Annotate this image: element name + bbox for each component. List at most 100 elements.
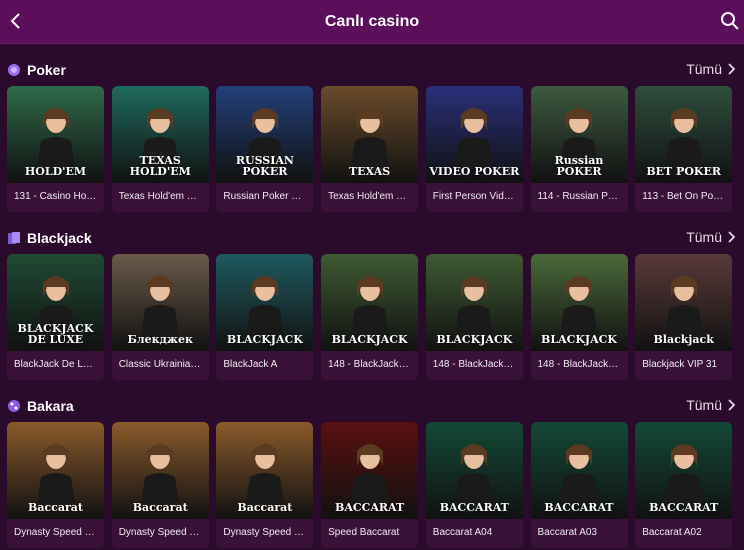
game-logo-text: Baccarat — [237, 501, 293, 514]
game-card[interactable]: BACCARAT Baccarat A02 — [635, 422, 733, 548]
game-thumbnail: TEXAS — [321, 86, 419, 183]
see-all-label: Tümü — [686, 397, 722, 413]
chevron-left-icon[interactable] — [6, 10, 28, 32]
game-caption: Blackjack VIP 31 — [635, 351, 733, 380]
game-thumbnail: BLACKJACK — [425, 254, 523, 351]
game-caption: 148 - BlackJack C… — [530, 351, 628, 380]
game-logo-text: TEXAS — [348, 165, 391, 178]
game-thumbnail: TEXAS HOLD'EM — [111, 86, 209, 183]
game-card[interactable]: Baccarat Dynasty Speed B… — [111, 422, 209, 548]
game-caption: Speed Baccarat — [321, 519, 419, 548]
game-thumbnail: Russian POKER — [530, 86, 628, 183]
dealer-figure — [664, 444, 703, 503]
dealer-figure — [141, 276, 180, 335]
dealer-figure — [560, 444, 598, 503]
game-thumbnail: HOLD'EM — [7, 86, 104, 183]
page-title: Canlı casino — [324, 12, 420, 30]
game-caption: Dynasty Speed B… — [216, 519, 314, 548]
game-thumbnail: Baccarat — [7, 422, 104, 519]
section-header: Bakara Tümü — [0, 394, 744, 418]
game-logo-text: BACCARAT — [649, 501, 719, 514]
game-logo-text: BLACKJACK — [436, 333, 513, 346]
game-thumbnail: BACCARAT — [635, 422, 733, 519]
section-poker: Poker Tümü HOLD'EM 131 - Casino Hold… TEXAS … — [0, 58, 744, 212]
game-logo-text: RUSSIAN POKER — [235, 154, 294, 178]
game-logo-text: BLACKJACK — [541, 333, 617, 346]
game-card[interactable]: TEXAS HOLD'EM Texas Hold'em M… — [111, 86, 209, 212]
poker-chip-icon — [8, 64, 20, 76]
dealer-figure — [455, 108, 494, 167]
game-caption: 131 - Casino Hold… — [7, 183, 104, 212]
game-caption: Baccarat A03 — [530, 519, 628, 548]
game-card[interactable]: BLACKJACK DE LUXE BlackJack De Lux… — [7, 254, 104, 380]
see-all-link[interactable]: Tümü — [686, 229, 736, 245]
game-card[interactable]: BLACKJACK 148 - BlackJack C… — [425, 254, 523, 380]
game-caption: Dynasty Speed B… — [7, 519, 104, 548]
game-logo-text: BACCARAT — [439, 501, 509, 514]
game-thumbnail: BACCARAT — [425, 422, 523, 519]
game-card[interactable]: BLACKJACK BlackJack A — [216, 254, 314, 380]
game-logo-text: HOLD'EM — [24, 165, 87, 178]
game-caption: Russian Poker VIP — [216, 183, 314, 212]
game-carousel[interactable]: HOLD'EM 131 - Casino Hold… TEXAS HOLD'EM Te… — [7, 86, 744, 212]
game-caption: 148 - BlackJack C… — [425, 351, 523, 380]
game-thumbnail: VIDEO POKER — [425, 86, 523, 183]
see-all-link[interactable]: Tümü — [686, 61, 736, 77]
game-card[interactable]: BET POKER 113 - Bet On Poker — [635, 86, 733, 212]
game-caption: 113 - Bet On Poker — [635, 183, 733, 212]
dealer-figure — [350, 108, 389, 167]
game-carousel[interactable]: BLACKJACK DE LUXE BlackJack De Lux… Блекдж… — [7, 254, 744, 380]
dealer-figure — [664, 108, 703, 167]
dealer-figure — [36, 444, 75, 503]
game-logo-text: Блекджек — [127, 333, 193, 346]
section-title: Poker — [27, 62, 66, 78]
dealer-figure — [245, 444, 284, 503]
game-thumbnail: BLACKJACK — [530, 254, 628, 351]
game-thumbnail: BLACKJACK — [216, 254, 314, 351]
dealer-figure — [36, 108, 75, 167]
game-caption: Baccarat A02 — [635, 519, 733, 548]
game-logo-text: Baccarat — [132, 501, 188, 514]
game-logo-text: VIDEO POKER — [429, 165, 520, 178]
game-card[interactable]: Baccarat Dynasty Speed B… — [7, 422, 104, 548]
chevron-right-icon — [728, 63, 736, 75]
section-blackjack: Blackjack Tümü BLACKJACK DE LUXE BlackJack … — [0, 226, 744, 380]
game-logo-text: Russian POKER — [554, 154, 604, 178]
dealer-figure — [350, 276, 389, 335]
game-card[interactable]: Blackjack Blackjack VIP 31 — [635, 254, 733, 380]
dealer-figure — [455, 444, 494, 503]
game-card[interactable]: Блекджек Classic Ukrainian … — [111, 254, 209, 380]
game-thumbnail: Baccarat — [111, 422, 209, 519]
game-thumbnail: BACCARAT — [530, 422, 628, 519]
game-caption: BlackJack A — [216, 351, 314, 380]
search-icon[interactable] — [720, 11, 740, 31]
game-caption: First Person Vide… — [425, 183, 523, 212]
dealer-figure — [455, 276, 494, 335]
game-carousel[interactable]: Baccarat Dynasty Speed B… Baccarat Dynasty … — [7, 422, 744, 548]
cards-icon — [8, 232, 20, 244]
game-card[interactable]: BLACKJACK 148 - BlackJack C… — [530, 254, 628, 380]
game-thumbnail: BLACKJACK — [321, 254, 419, 351]
game-card[interactable]: BACCARAT Speed Baccarat — [321, 422, 419, 548]
game-card[interactable]: RUSSIAN POKER Russian Poker VIP — [216, 86, 314, 212]
section-header: Blackjack Tümü — [0, 226, 744, 250]
game-caption: Texas Hold'em B… — [321, 183, 419, 212]
game-logo-text: Baccarat — [28, 501, 83, 514]
game-logo-text: BLACKJACK DE LUXE — [17, 322, 94, 346]
header-bar: Canlı casino — [0, 0, 744, 44]
game-card[interactable]: BACCARAT Baccarat A04 — [425, 422, 523, 548]
chevron-right-icon — [728, 399, 736, 411]
section-bakara: Bakara Tümü Baccarat Dynasty Speed B… Baccar… — [0, 394, 744, 548]
game-thumbnail: BLACKJACK DE LUXE — [7, 254, 104, 351]
game-caption: 148 - BlackJack C… — [321, 351, 419, 380]
game-card[interactable]: VIDEO POKER First Person Vide… — [425, 86, 523, 212]
game-card[interactable]: HOLD'EM 131 - Casino Hold… — [7, 86, 104, 212]
game-card[interactable]: BLACKJACK 148 - BlackJack C… — [321, 254, 419, 380]
game-card[interactable]: Russian POKER 114 - Russian Pok… — [530, 86, 628, 212]
game-caption: 114 - Russian Pok… — [530, 183, 628, 212]
see-all-link[interactable]: Tümü — [686, 397, 736, 413]
game-card[interactable]: Baccarat Dynasty Speed B… — [216, 422, 314, 548]
game-thumbnail: Блекджек — [111, 254, 209, 351]
game-card[interactable]: BACCARAT Baccarat A03 — [530, 422, 628, 548]
game-card[interactable]: TEXAS Texas Hold'em B… — [321, 86, 419, 212]
